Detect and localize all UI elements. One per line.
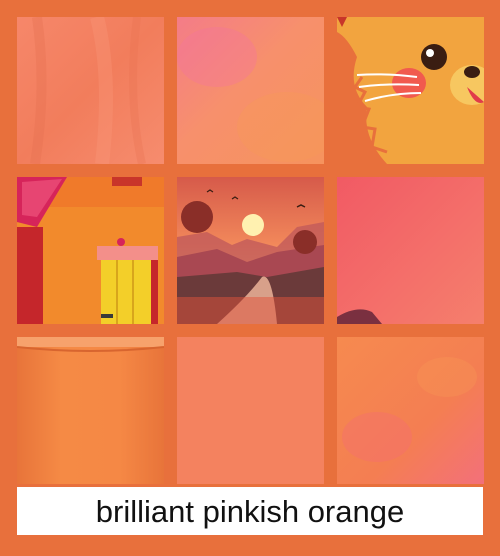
tile-sunset-landscape	[177, 177, 324, 324]
caption-text: brilliant pinkish orange	[95, 493, 405, 529]
grunge-texture-image	[337, 337, 484, 484]
cat-eye-icon	[421, 44, 447, 70]
tile-fabric-texture	[17, 17, 164, 164]
tile-cartoon-cat-face	[337, 17, 484, 164]
orange-house-image	[17, 177, 164, 324]
sun-icon	[242, 214, 264, 236]
tile-plain-swatch	[177, 337, 324, 484]
fabric-texture-image	[17, 17, 164, 164]
tile-watercolor-wash	[177, 17, 324, 164]
tile-grunge-texture	[337, 337, 484, 484]
watercolor-wash-image	[177, 17, 324, 164]
pink-gradient-image	[337, 177, 484, 324]
tile-orange-house	[17, 177, 164, 324]
tree-icon	[181, 201, 213, 233]
orange-mug-image	[17, 337, 164, 484]
tile-orange-mug	[17, 337, 164, 484]
cat-nose-icon	[464, 66, 480, 78]
cartoon-cat-image	[337, 17, 484, 164]
collage-page: brilliant pinkish orange	[0, 0, 500, 556]
caption-box: brilliant pinkish orange	[17, 487, 483, 535]
plain-swatch-image	[177, 337, 324, 484]
sunset-landscape-image	[177, 177, 324, 324]
tile-pink-gradient-hill	[337, 177, 484, 324]
